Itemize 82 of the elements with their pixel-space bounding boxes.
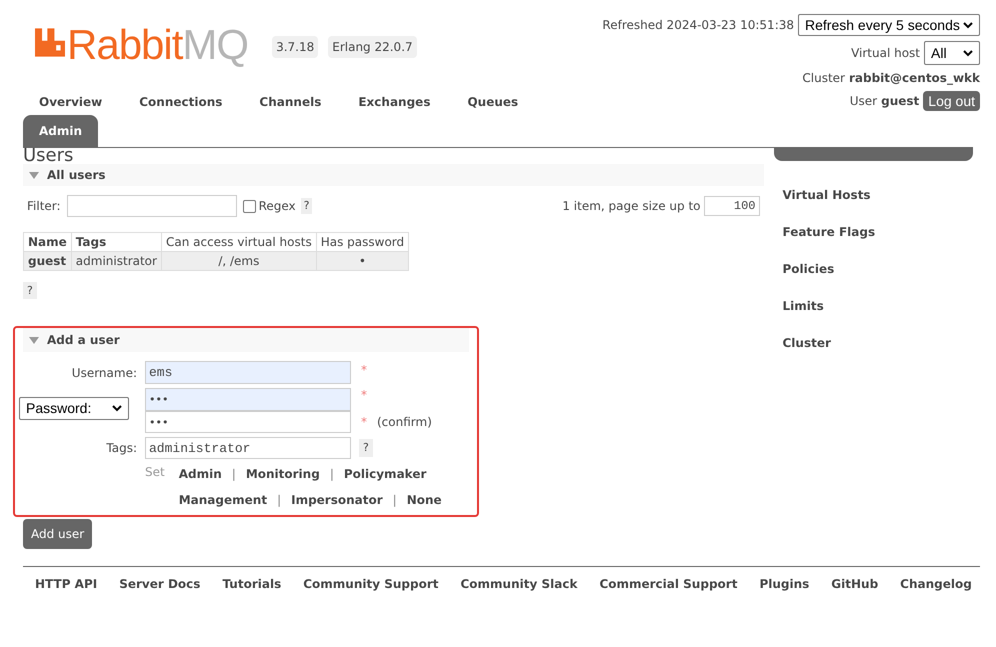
refreshed-timestamp: Refreshed 2024-03-23 10:51:38 bbox=[602, 17, 794, 34]
sidebar-selected-tab[interactable] bbox=[774, 148, 973, 161]
separator: | bbox=[392, 492, 397, 509]
filter-field[interactable] bbox=[66, 195, 237, 217]
required-marker: * bbox=[361, 387, 368, 404]
footer-link[interactable]: Commercial Support bbox=[599, 575, 738, 593]
column-header: Can access virtual hosts bbox=[161, 232, 316, 252]
tag-preset-link[interactable]: Policymaker bbox=[344, 465, 426, 483]
footer-link[interactable]: GitHub bbox=[831, 575, 878, 593]
password-mode-select[interactable]: Password: bbox=[19, 397, 129, 420]
refresh-interval-select[interactable]: Refresh every 5 seconds bbox=[798, 14, 980, 36]
tag-preset-link[interactable]: Admin bbox=[178, 465, 222, 483]
virtual-host-select[interactable]: All bbox=[924, 41, 980, 65]
required-marker: * bbox=[361, 414, 367, 431]
required-marker: * bbox=[361, 362, 368, 379]
chevron-down-icon bbox=[963, 22, 973, 28]
tags-label: Tags: bbox=[105, 440, 137, 457]
page-title: Users bbox=[23, 147, 74, 165]
help-button[interactable]: ? bbox=[359, 439, 373, 457]
sidebar-item[interactable]: Limits bbox=[774, 287, 973, 324]
footer-link[interactable]: HTTP API bbox=[35, 575, 98, 593]
help-button[interactable]: ? bbox=[23, 282, 37, 299]
add-user-button[interactable]: Add user bbox=[23, 519, 92, 549]
tags-field[interactable]: administrator bbox=[145, 437, 351, 459]
nav-tab[interactable]: Exchanges bbox=[342, 88, 446, 115]
regex-label: Regex bbox=[258, 198, 296, 215]
regex-checkbox[interactable] bbox=[242, 200, 256, 212]
filter-label: Filter: bbox=[27, 198, 61, 215]
sidebar-item[interactable]: Feature Flags bbox=[774, 213, 973, 250]
tag-preset-link[interactable]: Monitoring bbox=[246, 465, 320, 483]
version-badge: Erlang 22.0.7 bbox=[328, 36, 417, 58]
page-size-field[interactable]: 100 bbox=[704, 196, 760, 216]
tag-preset-link[interactable]: Impersonator bbox=[291, 491, 383, 509]
column-header: Has password bbox=[316, 232, 409, 252]
nav-tab[interactable]: Connections bbox=[123, 88, 238, 115]
username-label: Username: bbox=[70, 364, 137, 382]
virtual-host-label: Virtual host bbox=[851, 45, 920, 62]
footer-link[interactable]: Community Support bbox=[303, 575, 438, 593]
footer-link[interactable]: Changelog bbox=[900, 575, 972, 593]
cluster-name: rabbit@centos_wkk bbox=[848, 70, 980, 87]
footer-link[interactable]: Tutorials bbox=[222, 575, 282, 593]
chevron-down-icon bbox=[112, 405, 122, 412]
section-title: Add a user bbox=[47, 332, 120, 349]
tag-preset-link[interactable]: Management bbox=[178, 491, 268, 509]
logout-button[interactable]: Log out bbox=[923, 91, 980, 111]
user-label: User bbox=[850, 93, 878, 110]
sidebar-item[interactable]: Cluster bbox=[774, 324, 973, 361]
tag-preset-link[interactable]: None bbox=[406, 491, 442, 509]
sidebar-item[interactable]: Virtual Hosts bbox=[774, 176, 973, 213]
footer-link[interactable]: Plugins bbox=[759, 575, 810, 593]
cluster-label: Cluster bbox=[802, 70, 845, 87]
footer-link[interactable]: Community Slack bbox=[460, 575, 578, 593]
username-field[interactable]: ems bbox=[145, 361, 351, 384]
table-cell: administrator bbox=[71, 252, 162, 270]
separator: | bbox=[232, 466, 236, 483]
pagination-text: 1 item, page size up to bbox=[562, 198, 700, 215]
user-name: guest bbox=[881, 93, 920, 110]
version-badge: 3.7.18 bbox=[272, 36, 318, 58]
footer-link[interactable]: Server Docs bbox=[119, 575, 200, 593]
table-cell: /, /ems bbox=[161, 252, 316, 270]
column-header: Tags bbox=[71, 232, 162, 252]
chevron-down-icon bbox=[963, 50, 973, 56]
column-header: Name bbox=[24, 232, 72, 252]
section-header[interactable]: Add a user bbox=[23, 328, 469, 352]
section-title: All users bbox=[47, 167, 106, 184]
sidebar-item[interactable]: Policies bbox=[774, 250, 973, 287]
separator: | bbox=[330, 466, 334, 483]
logo-icon bbox=[35, 27, 65, 58]
set-label: Set bbox=[145, 464, 165, 481]
nav-tab[interactable]: Channels bbox=[243, 88, 338, 115]
confirm-note: (confirm) bbox=[377, 414, 432, 431]
password-field[interactable]: ••• bbox=[145, 388, 351, 411]
table-cell: guest bbox=[24, 252, 72, 270]
separator: | bbox=[277, 492, 282, 509]
nav-tab[interactable]: Overview bbox=[23, 88, 118, 115]
nav-tab[interactable]: Queues bbox=[451, 88, 534, 115]
help-button[interactable]: ? bbox=[300, 198, 312, 214]
section-header[interactable]: All users bbox=[23, 164, 764, 186]
nav-tab[interactable]: Admin bbox=[23, 115, 98, 147]
confirm-password-field[interactable]: ••• bbox=[145, 411, 351, 433]
logo-wordmark: RabbitMQ bbox=[67, 24, 248, 66]
table-cell: • bbox=[316, 252, 409, 270]
